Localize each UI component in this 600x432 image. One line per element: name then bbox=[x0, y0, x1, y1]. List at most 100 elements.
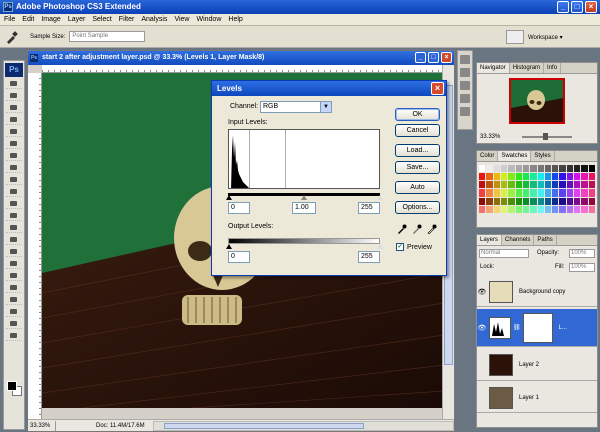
color-swatch[interactable] bbox=[508, 205, 515, 213]
tab-channels[interactable]: Channels bbox=[502, 235, 535, 245]
load-button[interactable]: Load... bbox=[395, 144, 440, 157]
color-swatch[interactable] bbox=[493, 189, 500, 197]
color-swatch[interactable] bbox=[537, 197, 544, 205]
ok-button[interactable]: OK bbox=[395, 108, 440, 121]
output-black-field[interactable]: 0 bbox=[228, 251, 250, 263]
doc-size-info[interactable]: Doc: 11.4M/17.6M bbox=[96, 423, 145, 429]
layer-row-background-copy[interactable]: 👁 Background copy bbox=[477, 277, 597, 307]
color-swatch[interactable] bbox=[537, 205, 544, 213]
color-swatch[interactable] bbox=[544, 197, 552, 205]
horizontal-scroll-thumb[interactable] bbox=[163, 422, 364, 429]
color-swatch[interactable] bbox=[486, 205, 493, 213]
tab-navigator[interactable]: Navigator bbox=[477, 63, 510, 73]
color-swatch[interactable] bbox=[566, 205, 574, 213]
levels-close-button[interactable]: × bbox=[431, 82, 444, 95]
color-swatch[interactable] bbox=[574, 181, 581, 189]
notes-tool-icon[interactable] bbox=[6, 295, 22, 305]
workspace-icon[interactable] bbox=[506, 30, 524, 44]
color-swatch[interactable] bbox=[493, 181, 500, 189]
layer-name[interactable]: Background copy bbox=[519, 289, 565, 295]
color-swatch[interactable] bbox=[574, 197, 581, 205]
tab-info[interactable]: Info bbox=[544, 63, 562, 73]
color-swatch[interactable] bbox=[581, 205, 588, 213]
color-swatch[interactable] bbox=[588, 189, 595, 197]
color-swatch[interactable] bbox=[559, 197, 566, 205]
color-swatch[interactable] bbox=[588, 173, 595, 181]
color-swatch[interactable] bbox=[544, 205, 552, 213]
eyedropper-icon[interactable] bbox=[4, 30, 20, 44]
color-swatch[interactable] bbox=[530, 173, 537, 181]
menu-help[interactable]: Help bbox=[228, 16, 242, 23]
tab-color[interactable]: Color bbox=[477, 151, 499, 161]
layer-name[interactable]: Layer 1 bbox=[519, 395, 539, 401]
color-swatch[interactable] bbox=[522, 165, 530, 173]
color-swatch[interactable] bbox=[530, 197, 537, 205]
color-swatch[interactable] bbox=[522, 197, 530, 205]
stamp-tool-icon[interactable] bbox=[6, 175, 22, 185]
swatch-grid[interactable] bbox=[479, 165, 595, 213]
preview-toggle[interactable]: ✔ Preview bbox=[396, 243, 432, 251]
doc-maximize-button[interactable]: □ bbox=[428, 52, 439, 63]
color-swatch[interactable] bbox=[588, 197, 595, 205]
color-swatch[interactable] bbox=[544, 181, 552, 189]
color-swatch[interactable] bbox=[500, 197, 508, 205]
output-levels-slider[interactable] bbox=[228, 238, 380, 244]
color-swatch[interactable] bbox=[544, 165, 552, 173]
color-swatch[interactable] bbox=[500, 165, 508, 173]
close-button[interactable]: × bbox=[585, 1, 597, 13]
black-eyedropper-icon[interactable] bbox=[397, 224, 407, 234]
color-swatch[interactable] bbox=[581, 165, 588, 173]
menu-window[interactable]: Window bbox=[196, 16, 221, 23]
output-white-handle[interactable] bbox=[377, 244, 383, 249]
options-button[interactable]: Options... bbox=[395, 201, 440, 214]
maximize-button[interactable]: □ bbox=[571, 1, 583, 13]
input-black-point-handle[interactable] bbox=[226, 195, 232, 200]
eyedropper-tool-icon[interactable] bbox=[6, 307, 22, 317]
pen-tool-icon[interactable] bbox=[6, 247, 22, 257]
opacity-field[interactable]: 100% bbox=[569, 249, 595, 258]
chevron-down-icon[interactable]: ▼ bbox=[320, 102, 331, 112]
output-white-field[interactable]: 255 bbox=[358, 251, 380, 263]
workspace-label[interactable]: Workspace ▾ bbox=[528, 34, 563, 41]
color-swatch[interactable] bbox=[486, 181, 493, 189]
color-swatch[interactable] bbox=[522, 181, 530, 189]
input-white-point-handle[interactable] bbox=[377, 195, 383, 200]
color-swatch[interactable] bbox=[559, 173, 566, 181]
color-swatch[interactable] bbox=[515, 205, 522, 213]
color-swatch[interactable] bbox=[581, 181, 588, 189]
menu-filter[interactable]: Filter bbox=[119, 16, 135, 23]
history-brush-tool-icon[interactable] bbox=[6, 187, 22, 197]
color-swatch[interactable] bbox=[479, 189, 486, 197]
gray-eyedropper-icon[interactable] bbox=[412, 224, 422, 234]
menu-select[interactable]: Select bbox=[92, 16, 111, 23]
color-swatch[interactable] bbox=[581, 189, 588, 197]
save-button[interactable]: Save... bbox=[395, 161, 440, 174]
color-swatch[interactable] bbox=[581, 173, 588, 181]
sample-size-select[interactable]: Point Sample bbox=[69, 31, 146, 42]
color-swatch[interactable] bbox=[566, 173, 574, 181]
color-swatch[interactable] bbox=[588, 165, 595, 173]
color-swatch[interactable] bbox=[530, 181, 537, 189]
color-swatch[interactable] bbox=[530, 189, 537, 197]
layer-row-levels-adjustment[interactable]: 👁 ⛓ L... bbox=[477, 309, 597, 347]
color-swatch[interactable] bbox=[537, 173, 544, 181]
layer-name[interactable]: Layer 2 bbox=[519, 362, 539, 368]
tab-styles[interactable]: Styles bbox=[531, 151, 555, 161]
eye-icon[interactable]: 👁 bbox=[477, 324, 487, 332]
panel-icon-4[interactable] bbox=[460, 94, 470, 103]
color-swatch[interactable] bbox=[530, 165, 537, 173]
color-swatch[interactable] bbox=[574, 165, 581, 173]
tab-paths[interactable]: Paths bbox=[534, 235, 557, 245]
color-swatch[interactable] bbox=[559, 181, 566, 189]
color-swatch[interactable] bbox=[500, 173, 508, 181]
marquee-tool-icon[interactable] bbox=[6, 91, 22, 101]
hand-tool-icon[interactable] bbox=[6, 319, 22, 329]
blend-mode-select[interactable]: Normal bbox=[479, 249, 529, 258]
input-gamma-field[interactable]: 1.00 bbox=[292, 202, 316, 214]
color-swatch[interactable] bbox=[559, 189, 566, 197]
color-swatch[interactable] bbox=[552, 181, 559, 189]
color-swatch[interactable] bbox=[479, 173, 486, 181]
color-swatch[interactable] bbox=[522, 205, 530, 213]
color-swatch[interactable] bbox=[508, 181, 515, 189]
menu-analysis[interactable]: Analysis bbox=[141, 16, 167, 23]
